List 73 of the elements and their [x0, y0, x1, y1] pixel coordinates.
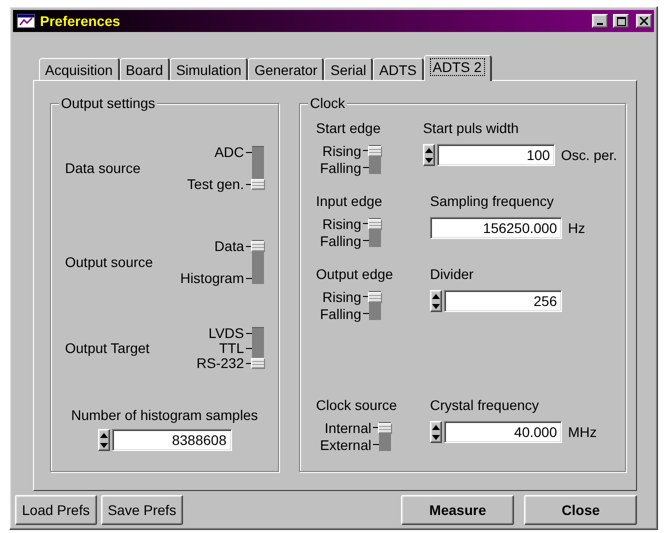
switch-thumb[interactable] [251, 179, 265, 190]
button[interactable]: Save Prefs [100, 495, 184, 525]
switch-option-label: Histogram [180, 262, 252, 294]
switch-track[interactable] [369, 144, 382, 174]
switch-track[interactable] [252, 327, 264, 369]
switch-label: Start edge [316, 120, 382, 136]
minimize-button[interactable] [592, 14, 608, 28]
switch-label: Output source [65, 254, 153, 270]
switch-label: Input edge [316, 193, 384, 209]
switch-thumb[interactable] [368, 292, 382, 302]
field-label: Number of histogram samples [71, 407, 258, 423]
tab[interactable]: Board [120, 58, 170, 80]
switch-option-label: RS-232 [196, 356, 252, 370]
close-button[interactable] [636, 14, 652, 28]
switch-thumb[interactable] [251, 241, 265, 252]
switch-thumb[interactable] [368, 146, 382, 156]
switch-track[interactable] [379, 422, 392, 450]
tab[interactable]: ADTS [373, 58, 424, 80]
switch-track[interactable] [369, 218, 382, 246]
switch-option-label: External [320, 436, 380, 453]
tab[interactable]: ADTS 2 [424, 55, 492, 81]
field-label: Crystal frequency [430, 397, 540, 413]
switch-track[interactable] [252, 146, 264, 190]
unit-label: Hz [568, 220, 586, 236]
number-field[interactable]: 156250.000 [430, 217, 562, 239]
switch-option-label: Rising [322, 215, 370, 232]
tab[interactable]: Acquisition [39, 58, 120, 80]
switch-option-label: Rising [322, 142, 370, 159]
switch-option-label: Falling [320, 232, 370, 249]
number-field[interactable]: 8388608 [112, 429, 232, 451]
switch-option-label: Falling [320, 305, 370, 322]
field-label: Sampling frequency [430, 193, 555, 209]
switch-label: Clock source [316, 397, 398, 413]
switch-thumb[interactable] [251, 358, 265, 369]
window-title: Preferences [40, 13, 122, 29]
button[interactable]: Load Prefs [15, 495, 97, 525]
unit-label: MHz [568, 424, 597, 440]
number-field[interactable]: 40.000 [444, 421, 562, 443]
switch-option-label: Test gen. [187, 168, 252, 200]
number-field[interactable]: 256 [444, 290, 562, 312]
maximize-button[interactable] [613, 14, 629, 28]
tab[interactable]: Generator [248, 58, 324, 80]
unit-label: Osc. per. [560, 147, 617, 163]
tab[interactable]: Simulation [170, 58, 248, 80]
group-title: Output settings [59, 95, 158, 111]
button[interactable]: Close [524, 495, 638, 525]
switch-label: Data source [65, 160, 140, 176]
spin-buttons[interactable] [430, 421, 442, 443]
switch-label: Output edge [316, 266, 394, 282]
switch-option-label: LVDS [208, 326, 252, 340]
button[interactable]: Measure [401, 495, 514, 525]
switch-option-label: ADC [214, 136, 252, 168]
switch-option-label: TTL [219, 340, 252, 356]
switch-thumb[interactable] [378, 422, 392, 434]
switch-thumb[interactable] [368, 218, 382, 230]
switch-label: Output Target [65, 340, 150, 356]
tab[interactable]: Serial [324, 58, 374, 80]
spin-buttons[interactable] [98, 429, 110, 451]
number-field[interactable]: 100 [436, 144, 555, 166]
switch-option-label: Internal [324, 419, 380, 436]
switch-option-label: Falling [320, 159, 370, 176]
spin-buttons[interactable] [422, 144, 435, 166]
switch-option-label: Data [214, 230, 252, 262]
switch-option-label: Rising [322, 288, 370, 305]
maximize-icon [616, 16, 626, 26]
field-label: Divider [430, 266, 475, 282]
close-icon [640, 17, 648, 25]
switch-track[interactable] [252, 240, 264, 284]
app-icon [17, 14, 35, 28]
group-title: Clock [308, 95, 348, 111]
switch-track[interactable] [369, 290, 382, 320]
spin-buttons[interactable] [430, 290, 442, 312]
field-label: Start puls width [422, 120, 520, 136]
